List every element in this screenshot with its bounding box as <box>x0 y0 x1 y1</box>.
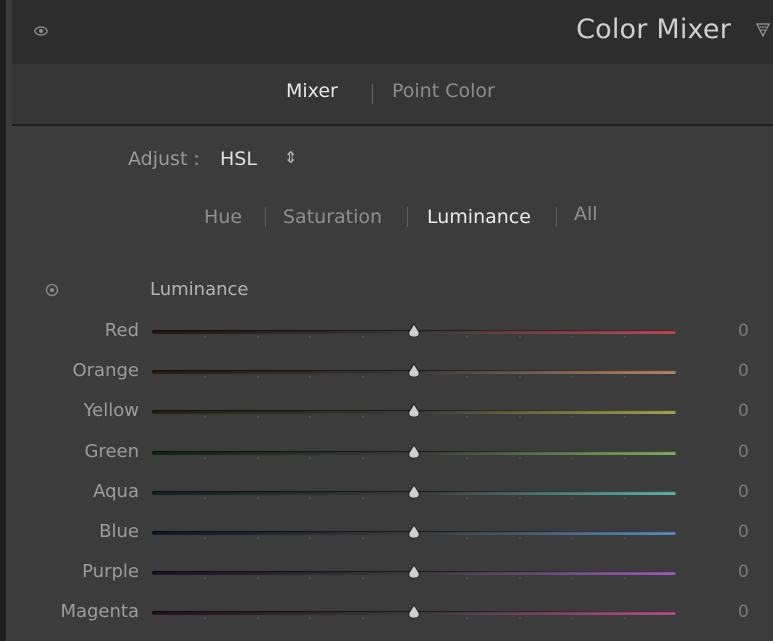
slider-value-purple[interactable]: 0 <box>738 562 749 582</box>
panel-title: Color Mixer <box>576 14 731 45</box>
slider-value-blue[interactable]: 0 <box>738 522 749 542</box>
slider-value-yellow[interactable]: 0 <box>738 401 749 421</box>
slider-row-blue: Blue 0 <box>12 512 773 552</box>
dropdown-arrows-icon[interactable]: ⇕ <box>284 148 297 167</box>
tab-luminance[interactable]: Luminance <box>427 206 531 228</box>
slider-label-orange: Orange <box>72 360 139 382</box>
color-mixer-panel: Color Mixer Mixer Point Color Adjust : H… <box>0 0 773 641</box>
slider-label-red: Red <box>104 320 139 341</box>
slider-thumb-magenta[interactable] <box>406 604 422 620</box>
slider-label-blue: Blue <box>99 521 139 542</box>
slider-value-aqua[interactable]: 0 <box>738 482 749 502</box>
tab-hue[interactable]: Hue <box>204 206 242 228</box>
slider-label-green: Green <box>84 440 139 462</box>
slider-row-purple: Purple 0 <box>12 552 773 592</box>
collapse-triangle-icon[interactable] <box>756 22 770 38</box>
slider-value-red[interactable]: 0 <box>738 321 749 341</box>
slider-value-green[interactable]: 0 <box>738 442 749 462</box>
tab-all[interactable]: All <box>574 203 598 225</box>
slider-value-orange[interactable]: 0 <box>738 361 749 381</box>
tab-separator <box>556 207 557 227</box>
slider-label-aqua: Aqua <box>93 480 139 502</box>
panel-header[interactable]: Color Mixer <box>12 0 773 65</box>
slider-row-green: Green 0 <box>12 432 773 472</box>
slider-label-yellow: Yellow <box>83 400 139 422</box>
slider-label-purple: Purple <box>82 561 139 583</box>
section-title: Luminance <box>150 279 249 300</box>
slider-thumb-green[interactable] <box>406 443 422 460</box>
slider-thumb-aqua[interactable] <box>406 484 422 500</box>
slider-row-orange: Orange 0 <box>12 351 773 391</box>
eye-icon[interactable] <box>34 24 48 38</box>
slider-row-red: Red 0 <box>12 311 773 351</box>
tab-separator <box>372 84 373 104</box>
adjust-label: Adjust : <box>128 148 200 170</box>
targeted-adjustment-icon[interactable] <box>45 283 59 297</box>
mode-tab-bar: Mixer Point Color <box>12 64 773 126</box>
tab-separator <box>265 207 266 227</box>
tab-saturation[interactable]: Saturation <box>283 206 382 228</box>
tab-mixer[interactable]: Mixer <box>286 80 338 102</box>
slider-row-aqua: Aqua 0 <box>12 472 773 512</box>
slider-thumb-blue[interactable] <box>406 524 422 540</box>
adjust-dropdown[interactable]: HSL <box>220 148 257 170</box>
slider-thumb-purple[interactable] <box>406 564 422 580</box>
slider-row-magenta: Magenta 0 <box>12 592 773 632</box>
slider-label-magenta: Magenta <box>60 601 139 623</box>
tab-point-color[interactable]: Point Color <box>392 80 495 102</box>
slider-thumb-orange[interactable] <box>406 363 422 379</box>
slider-value-magenta[interactable]: 0 <box>738 602 749 622</box>
tab-separator <box>407 207 408 227</box>
slider-thumb-red[interactable] <box>406 323 422 339</box>
slider-thumb-yellow[interactable] <box>406 403 422 419</box>
slider-row-yellow: Yellow 0 <box>12 391 773 431</box>
